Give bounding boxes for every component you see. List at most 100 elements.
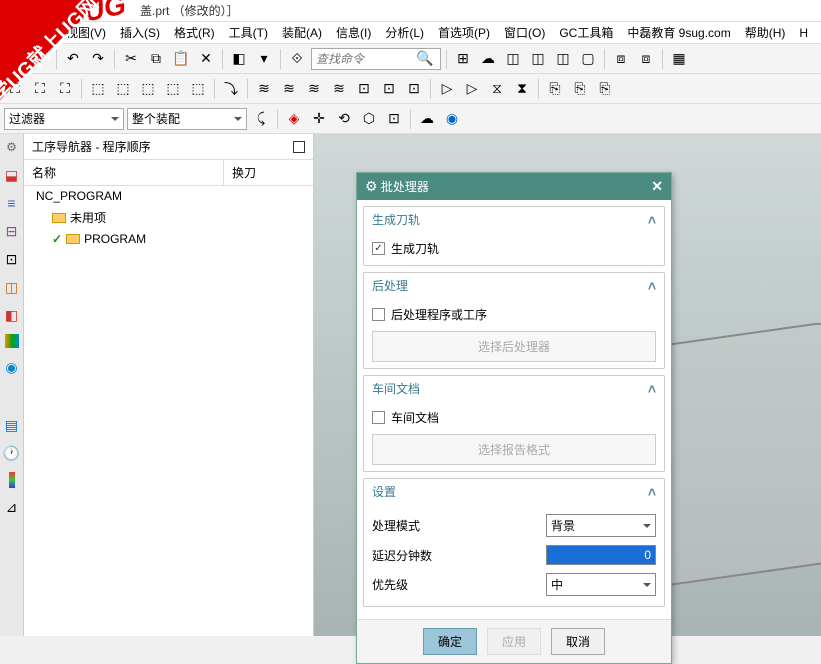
sel5-icon[interactable]: ⬡ — [358, 108, 380, 130]
menu-window[interactable]: 窗口(O) — [498, 22, 551, 43]
sel8-icon[interactable]: ◉ — [441, 108, 463, 130]
menu-prefs[interactable]: 首选项(P) — [432, 22, 496, 43]
tool-icon[interactable]: ▾ — [29, 48, 51, 70]
search-icon[interactable]: 🔍 — [416, 50, 433, 67]
assembly-dropdown[interactable]: 整个装配 — [127, 108, 247, 130]
cancel-button[interactable]: 取消 — [551, 628, 605, 655]
tree-unused[interactable]: 未用项 — [24, 206, 313, 229]
priority-dropdown[interactable]: 中 — [546, 573, 656, 596]
menu-gctoolkit[interactable]: GC工具箱 — [553, 22, 619, 43]
section-shopdoc[interactable]: 车间文档 ˄ — [364, 376, 664, 401]
menu-view[interactable]: 视图(V) — [60, 22, 112, 43]
paste-icon[interactable]: 📋 — [170, 48, 192, 70]
view-grid-icon[interactable]: ⊞ — [452, 48, 474, 70]
pin-icon[interactable] — [293, 141, 305, 153]
side-icon-8[interactable]: ◉ — [3, 358, 21, 376]
delay-input[interactable]: 0 — [546, 545, 656, 565]
sel3-icon[interactable]: ✛ — [308, 108, 330, 130]
post1-icon[interactable]: ⎘ — [544, 78, 566, 100]
gear-icon[interactable] — [3, 138, 21, 156]
cube1-icon[interactable]: ◫ — [502, 48, 524, 70]
checkbox-postprocess[interactable] — [372, 308, 385, 321]
side-icon-10[interactable] — [9, 472, 15, 488]
side-icon-3[interactable]: ⊟ — [3, 222, 21, 240]
mill1-icon[interactable]: ⬚ — [87, 78, 109, 100]
view-cloud-icon[interactable]: ☁ — [477, 48, 499, 70]
sim4-icon[interactable]: ⧗ — [511, 78, 533, 100]
section-generate-toolpath[interactable]: 生成刀轨 ˄ — [364, 207, 664, 232]
section-postprocess[interactable]: 后处理 ˄ — [364, 273, 664, 298]
section-settings[interactable]: 设置 ˄ — [364, 479, 664, 504]
checkbox-generate[interactable]: ✓ — [372, 242, 385, 255]
close-icon[interactable]: ✕ — [651, 178, 663, 195]
command-search[interactable]: 🔍 — [311, 48, 441, 70]
cube3-icon[interactable]: ◫ — [552, 48, 574, 70]
cut-icon[interactable]: ✂ — [120, 48, 142, 70]
side-icon-4[interactable]: ⊡ — [3, 250, 21, 268]
side-icon-9[interactable]: ▤ — [3, 416, 21, 434]
menu-format[interactable]: 格式(R) — [168, 22, 221, 43]
menu-zhongrong[interactable]: 中磊教育 9sug.com — [621, 22, 736, 43]
sim3-icon[interactable]: ⧖ — [486, 78, 508, 100]
menu-tools[interactable]: 工具(T) — [223, 22, 274, 43]
cam1-icon[interactable]: ⛶ — [4, 78, 26, 100]
sel2-icon[interactable]: ◈ — [283, 108, 305, 130]
dialog-title-bar[interactable]: ⚙ 批处理器 ✕ — [357, 173, 671, 200]
redo-icon[interactable]: ↷ — [87, 48, 109, 70]
filter-dropdown[interactable]: 过滤器 — [4, 108, 124, 130]
mode-dropdown[interactable]: 背景 — [546, 514, 656, 537]
path7-icon[interactable]: ⊡ — [378, 78, 400, 100]
tree-root[interactable]: NC_PROGRAM — [24, 186, 313, 206]
side-icon-5[interactable]: ◫ — [3, 278, 21, 296]
path6-icon[interactable]: ⊡ — [353, 78, 375, 100]
menu-more[interactable]: H — [793, 24, 814, 42]
cube2-icon[interactable]: ◫ — [527, 48, 549, 70]
menu-assembly[interactable]: 装配(A) — [276, 22, 328, 43]
sel7-icon[interactable]: ☁ — [416, 108, 438, 130]
cam3-icon[interactable]: ⛶ — [54, 78, 76, 100]
menu-analysis[interactable]: 分析(L) — [379, 22, 430, 43]
checkbox-shopdoc[interactable] — [372, 411, 385, 424]
assem2-icon[interactable]: ⧈ — [635, 48, 657, 70]
delete-icon[interactable]: ✕ — [195, 48, 217, 70]
sim1-icon[interactable]: ▷ — [436, 78, 458, 100]
save-icon[interactable]: 💾 — [4, 48, 26, 70]
path4-icon[interactable]: ≋ — [303, 78, 325, 100]
cube4-icon[interactable]: ▢ — [577, 48, 599, 70]
path2-icon[interactable]: ≋ — [253, 78, 275, 100]
undo-icon[interactable]: ↶ — [62, 48, 84, 70]
side-icon-6[interactable]: ◧ — [3, 306, 21, 324]
clock-icon[interactable]: 🕐 — [3, 444, 21, 462]
extra-icon[interactable]: ▦ — [668, 48, 690, 70]
ok-button[interactable]: 确定 — [423, 628, 477, 655]
menu-info[interactable]: 信息(I) — [330, 22, 377, 43]
nav-col-name[interactable]: 名称 — [24, 160, 224, 185]
post2-icon[interactable]: ⎘ — [569, 78, 591, 100]
mill4-icon[interactable]: ⬚ — [162, 78, 184, 100]
side-icon-7[interactable] — [5, 334, 19, 348]
path5-icon[interactable]: ≋ — [328, 78, 350, 100]
action2-icon[interactable]: ▾ — [253, 48, 275, 70]
mill5-icon[interactable]: ⬚ — [187, 78, 209, 100]
cam2-icon[interactable]: ⛶ — [29, 78, 51, 100]
post3-icon[interactable]: ⎘ — [594, 78, 616, 100]
assem1-icon[interactable]: ⧈ — [610, 48, 632, 70]
path8-icon[interactable]: ⊡ — [403, 78, 425, 100]
command-search-input[interactable] — [316, 52, 416, 66]
path3-icon[interactable]: ≋ — [278, 78, 300, 100]
menu-help[interactable]: 帮助(H) — [739, 22, 792, 43]
tree-program[interactable]: ✓ PROGRAM — [24, 229, 313, 249]
sel1-icon[interactable]: ⤹ — [250, 108, 272, 130]
menu-insert[interactable]: 插入(S) — [114, 22, 166, 43]
mill3-icon[interactable]: ⬚ — [137, 78, 159, 100]
mill2-icon[interactable]: ⬚ — [112, 78, 134, 100]
path1-icon[interactable]: ⤵ — [220, 78, 242, 100]
copy-icon[interactable]: ⧉ — [145, 48, 167, 70]
side-icon-1[interactable]: ⬓ — [3, 166, 21, 184]
action1-icon[interactable]: ◧ — [228, 48, 250, 70]
side-icon-11[interactable]: ⊿ — [3, 498, 21, 516]
side-icon-2[interactable]: ≡ — [3, 194, 21, 212]
sel6-icon[interactable]: ⊡ — [383, 108, 405, 130]
nav-col-tool[interactable]: 换刀 — [224, 160, 313, 185]
measure-icon[interactable]: ⟐ — [286, 48, 308, 70]
